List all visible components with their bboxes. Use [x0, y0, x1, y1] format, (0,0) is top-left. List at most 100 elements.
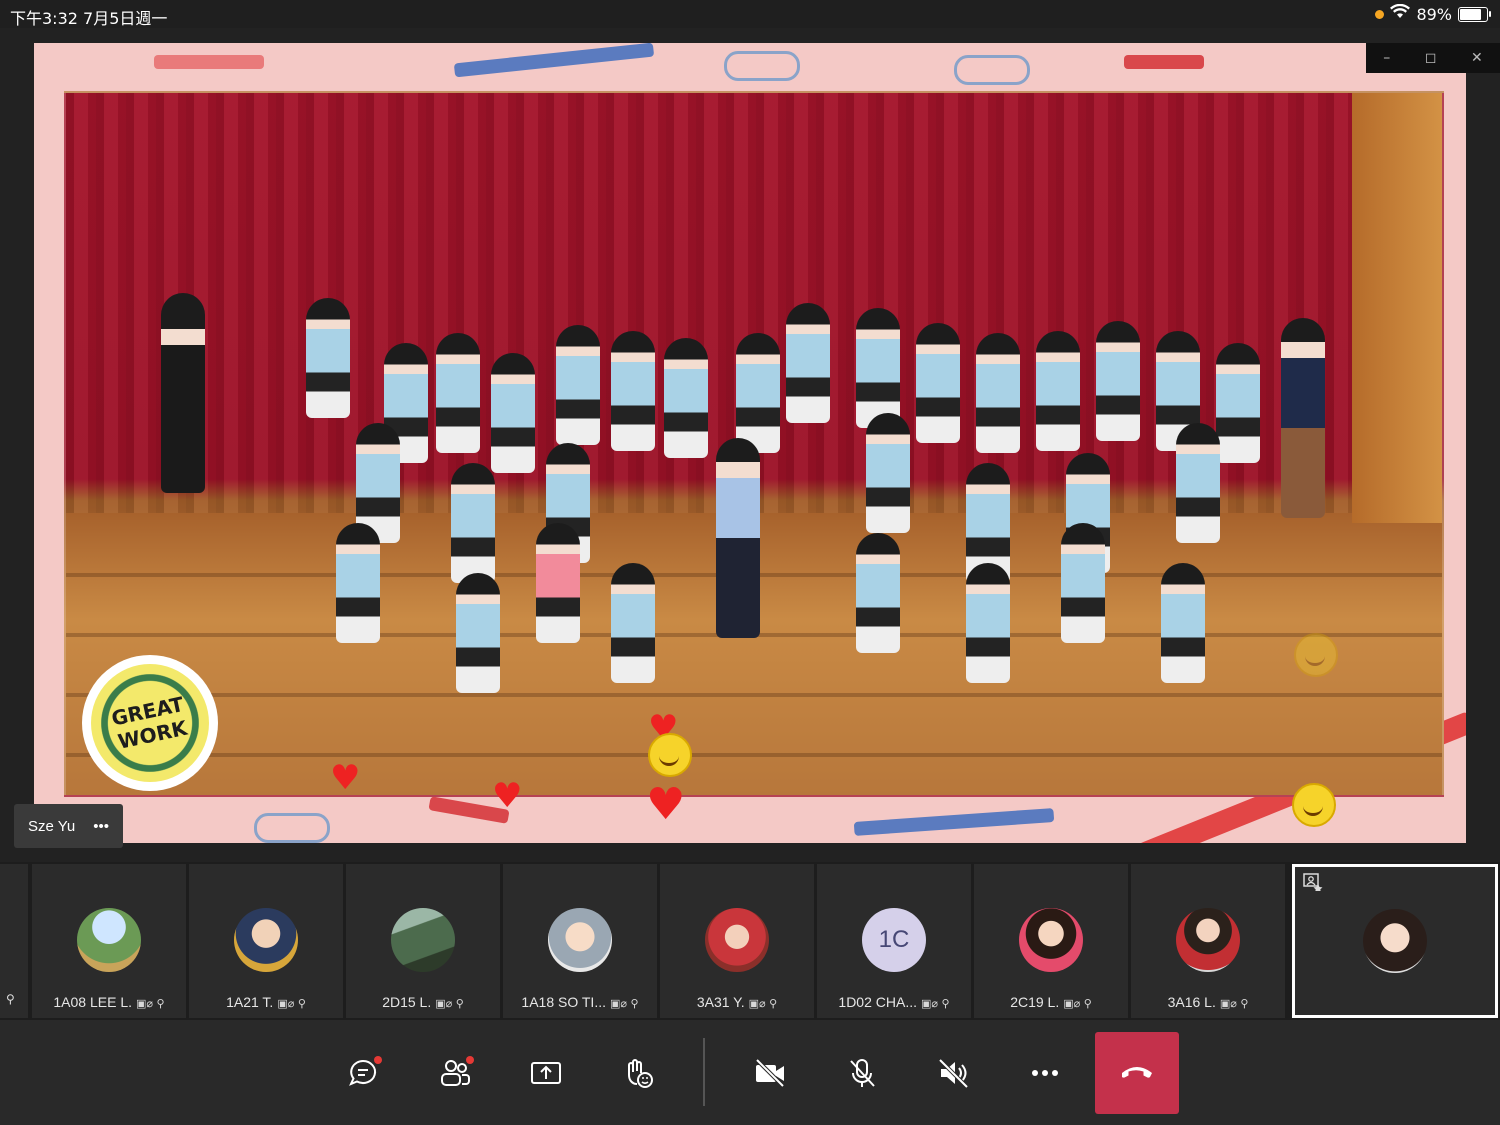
- privacy-indicator-icon: [1375, 9, 1385, 19]
- self-avatar: [1363, 909, 1427, 973]
- wood-panel: [1352, 93, 1442, 523]
- shared-video[interactable]: GREAT WORK ♥ ♥ ♥ ♥: [34, 43, 1466, 843]
- chat-button[interactable]: [338, 1050, 388, 1100]
- mic-toggle-button[interactable]: [837, 1050, 887, 1100]
- participant-tile[interactable]: 1A08 LEE L. ▣⌀ ⚲: [32, 864, 186, 1018]
- share-screen-button[interactable]: [521, 1050, 571, 1100]
- performer: [716, 438, 760, 638]
- pencil-decoration: [1124, 55, 1204, 69]
- mic-off-icon: [844, 1055, 880, 1096]
- participant-tile[interactable]: 2D15 L. ▣⌀ ⚲: [346, 864, 500, 1018]
- self-video-tile[interactable]: [1292, 864, 1498, 1018]
- raise-hand-icon: [620, 1055, 656, 1096]
- participant-tile[interactable]: 1A21 T. ▣⌀ ⚲: [189, 864, 343, 1018]
- heart-reaction-icon: ♥: [646, 779, 686, 830]
- paperclip-decoration: [254, 813, 330, 843]
- camera-mic-off-icon: ▣⌀ ⚲: [1219, 997, 1249, 1010]
- performer: [916, 323, 960, 443]
- wifi-icon: [1390, 3, 1411, 24]
- stage-scene: [64, 91, 1444, 797]
- performer: [611, 563, 655, 683]
- performer: [866, 413, 910, 533]
- participant-name: 1A08 LEE L. ▣⌀ ⚲: [53, 994, 165, 1010]
- pencil-decoration: [154, 55, 264, 69]
- performer: [856, 308, 900, 428]
- camera-mic-off-icon: ▣⌀ ⚲: [435, 997, 464, 1010]
- more-options-button[interactable]: [1020, 1050, 1070, 1100]
- speaker-toggle-button[interactable]: [929, 1050, 979, 1100]
- close-icon[interactable]: ✕: [1471, 50, 1483, 66]
- speaker-more-icon[interactable]: •••: [93, 818, 109, 835]
- self-view-icon[interactable]: [1303, 873, 1323, 893]
- performer: [736, 333, 780, 453]
- participant-avatar: [1176, 908, 1240, 972]
- performer: [491, 353, 535, 473]
- speaker-name-tag[interactable]: Sze Yu •••: [14, 804, 124, 848]
- participant-name: 1A21 T. ▣⌀ ⚲: [226, 994, 306, 1010]
- participants-notification-dot: [466, 1056, 474, 1064]
- speaker-off-icon: [936, 1055, 972, 1096]
- status-bar: 下午3:32 7月5日週一 89%: [0, 0, 1500, 28]
- mic-muted-icon: ⚲: [6, 992, 15, 1006]
- performer: [536, 523, 580, 643]
- participant-tile[interactable]: 1C 1D02 CHA... ▣⌀ ⚲: [817, 864, 971, 1018]
- performer: [451, 463, 495, 583]
- performer: [664, 338, 708, 458]
- participant-tile[interactable]: 3A31 Y. ▣⌀ ⚲: [660, 864, 814, 1018]
- participant-name: 2C19 L. ▣⌀ ⚲: [1010, 994, 1092, 1010]
- performer: [1096, 321, 1140, 441]
- participant-initials-avatar: 1C: [862, 908, 926, 972]
- battery-percent: 89%: [1416, 4, 1452, 24]
- participants-button[interactable]: [430, 1050, 480, 1100]
- participant-tile[interactable]: 2C19 L. ▣⌀ ⚲: [974, 864, 1128, 1018]
- participant-name: 1A18 SO TI... ▣⌀ ⚲: [521, 994, 639, 1010]
- participant-tile[interactable]: 1A18 SO TI... ▣⌀ ⚲: [503, 864, 657, 1018]
- participant-name: 1D02 CHA... ▣⌀ ⚲: [838, 994, 950, 1010]
- hang-up-icon: [1119, 1053, 1155, 1094]
- camera-mic-off-icon: ▣⌀ ⚲: [609, 997, 639, 1010]
- performer: [786, 303, 830, 423]
- performer: [161, 293, 205, 493]
- participant-tile-partial[interactable]: ⚲: [0, 864, 28, 1018]
- participant-name: 2D15 L. ▣⌀ ⚲: [382, 994, 464, 1010]
- performer: [306, 298, 350, 418]
- performer: [456, 573, 500, 693]
- performer: [1216, 343, 1260, 463]
- hang-up-button[interactable]: [1095, 1032, 1179, 1114]
- status-time: 下午3:32 7月5日週一: [10, 9, 168, 28]
- performer: [1176, 423, 1220, 543]
- participant-avatar: [548, 908, 612, 972]
- sticker-burst: GREAT WORK: [91, 664, 209, 782]
- participant-strip: ⚲ 1A08 LEE L. ▣⌀ ⚲ 1A21 T. ▣⌀ ⚲ 2D15 L. ▣⌀ …: [0, 862, 1500, 1020]
- status-indicators: 89%: [1375, 3, 1491, 24]
- participant-tile[interactable]: 3A16 L. ▣⌀ ⚲: [1131, 864, 1285, 1018]
- pencil-decoration: [853, 808, 1055, 836]
- smile-reaction-icon: [1294, 633, 1338, 677]
- battery-fill: [1460, 8, 1482, 20]
- performer: [1161, 563, 1205, 683]
- share-screen-icon: [528, 1055, 564, 1096]
- more-icon: [1027, 1055, 1063, 1096]
- paperclip-decoration: [954, 55, 1030, 85]
- participant-avatar: [1019, 908, 1083, 972]
- restore-icon[interactable]: ◻: [1425, 50, 1437, 66]
- speaker-name: Sze Yu: [28, 817, 76, 835]
- toolbar-divider: [703, 1038, 705, 1106]
- reactions-button[interactable]: [613, 1050, 663, 1100]
- participant-avatar: [77, 908, 141, 972]
- participant-name: 3A31 Y. ▣⌀ ⚲: [696, 994, 778, 1010]
- performer: [336, 523, 380, 643]
- minimize-icon[interactable]: –: [1383, 50, 1390, 66]
- performer: [611, 331, 655, 451]
- pencil-decoration: [453, 43, 655, 78]
- heart-reaction-icon: ♥: [492, 776, 523, 816]
- camera-mic-off-icon: ▣⌀ ⚲: [748, 997, 778, 1010]
- camera-mic-off-icon: ▣⌀ ⚲: [277, 997, 306, 1010]
- performer: [966, 563, 1010, 683]
- window-controls: – ◻ ✕: [1366, 43, 1500, 73]
- paperclip-decoration: [724, 51, 800, 81]
- performer: [556, 325, 600, 445]
- meeting-toolbar: [0, 1020, 1500, 1125]
- camera-toggle-button[interactable]: [745, 1050, 795, 1100]
- chat-notification-dot: [374, 1056, 382, 1064]
